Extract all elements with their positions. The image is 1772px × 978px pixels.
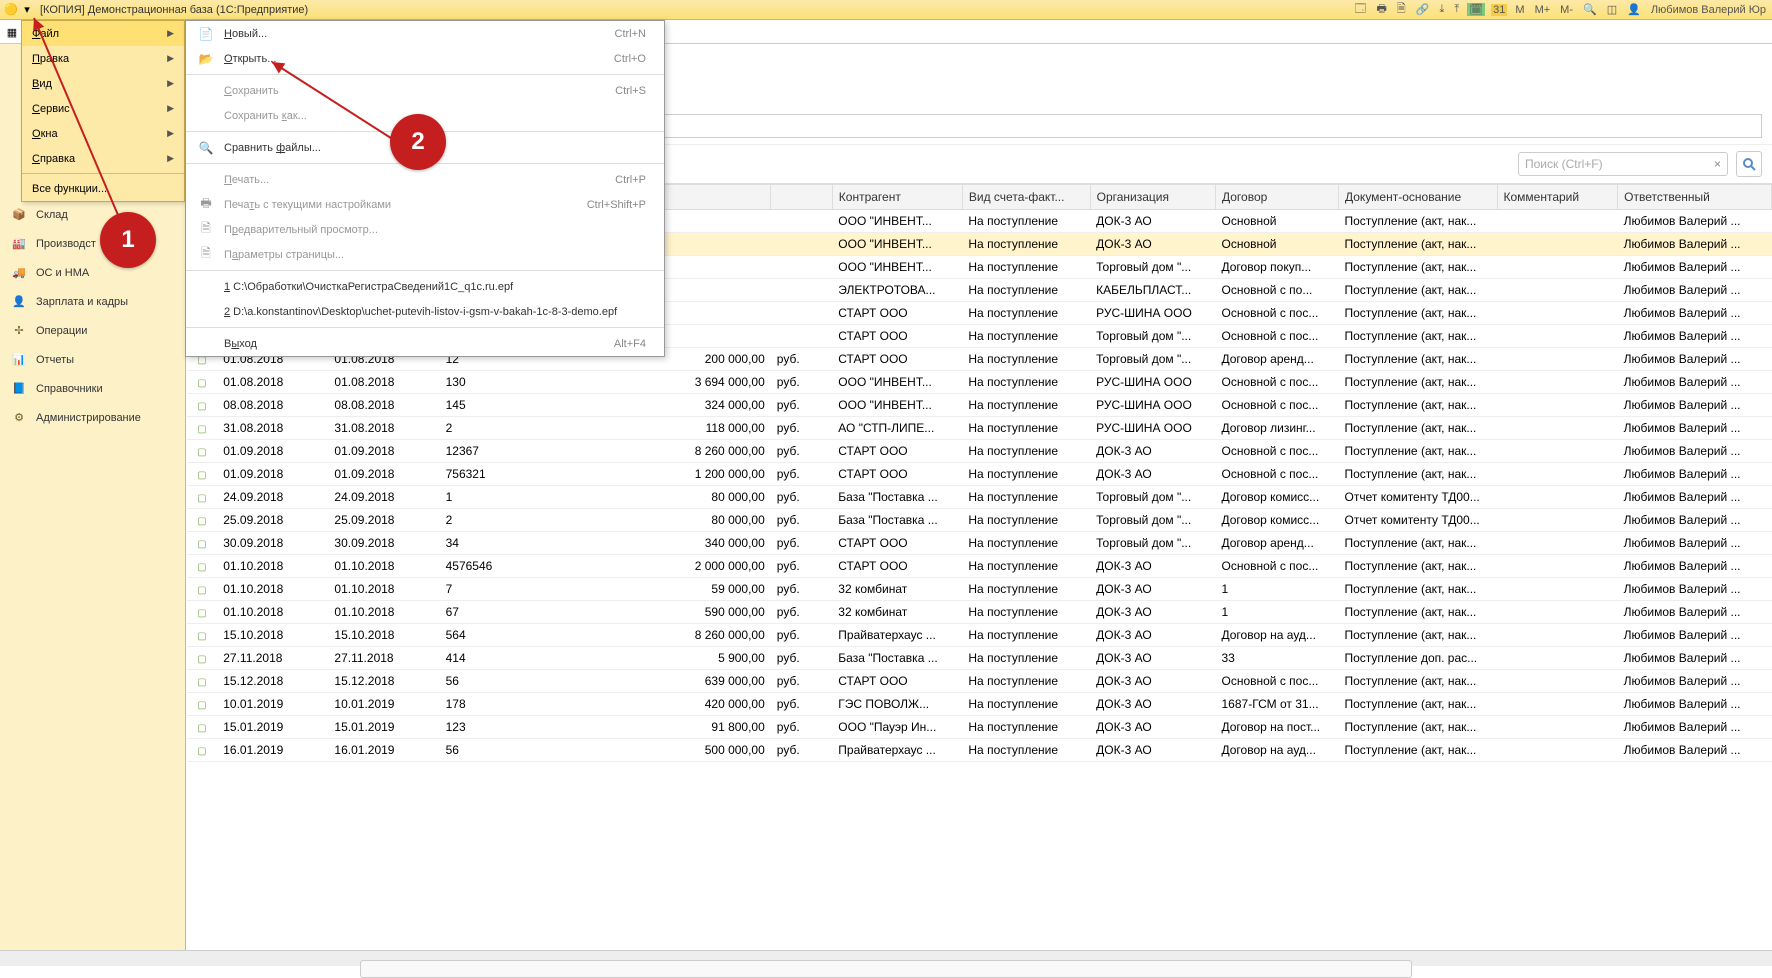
clear-search-icon[interactable]: × [1714, 157, 1721, 171]
sidebar-item[interactable]: 🚚ОС и НМА [0, 258, 185, 287]
submenu-item: 🗎Параметры страницы... [186, 242, 664, 267]
sidebar-icon: ✢ [12, 324, 26, 337]
sidebar-icon: 🚚 [12, 266, 26, 279]
sidebar-item[interactable]: 📘Справочники [0, 374, 185, 403]
sidebar-icon: 👤 [12, 295, 26, 308]
org-field[interactable] [489, 114, 1762, 138]
search-input[interactable]: Поиск (Ctrl+F) × [1518, 152, 1728, 176]
table-row[interactable]: ▢01.09.201801.09.20187563211 200 000,00р… [187, 463, 1772, 486]
search-button[interactable] [1736, 151, 1762, 177]
menu-item[interactable]: Справка▶ [22, 146, 184, 171]
submenu-item[interactable]: 📂Открыть...Ctrl+O [186, 46, 664, 71]
app-logo-icon: 🟡 [4, 3, 18, 17]
submenu-item[interactable]: 2 D:\a.konstantinov\Desktop\uchet-putevi… [186, 299, 664, 324]
submenu-item: СохранитьCtrl+S [186, 78, 664, 103]
task-bar [0, 966, 1772, 978]
menu-item[interactable]: Все функции... [22, 176, 184, 201]
sidebar-icon: 📊 [12, 353, 26, 366]
print-preview-icon[interactable]: 🗔 [1353, 0, 1369, 19]
sidebar-item[interactable]: ⚙Администрирование [0, 403, 185, 432]
user-icon: 👤 [1625, 3, 1643, 16]
annotation-marker-2: 2 [390, 114, 446, 170]
table-row[interactable]: ▢16.01.201916.01.201956500 000,00руб.Пра… [187, 739, 1772, 762]
table-row[interactable]: ▢01.09.201801.09.2018123678 260 000,00ру… [187, 440, 1772, 463]
menu-item[interactable]: Окна▶ [22, 121, 184, 146]
upload-icon[interactable]: ⤓ [1437, 3, 1446, 16]
table-row[interactable]: ▢01.10.201801.10.201845765462 000 000,00… [187, 555, 1772, 578]
menu-item[interactable]: Вид▶ [22, 71, 184, 96]
table-row[interactable]: ▢15.12.201815.12.201856639 000,00руб.СТА… [187, 670, 1772, 693]
column-header[interactable] [771, 185, 833, 210]
column-header[interactable]: Договор [1216, 185, 1339, 210]
table-row[interactable]: ▢01.08.201801.08.20181303 694 000,00руб.… [187, 371, 1772, 394]
menu-item[interactable]: Файл▶ [22, 21, 184, 46]
search-placeholder: Поиск (Ctrl+F) [1525, 157, 1603, 171]
table-row[interactable]: ▢01.10.201801.10.2018759 000,00руб.32 ко… [187, 578, 1772, 601]
title-toolbar: 🗔 🖶 🗎 🔗 ⤓ ⤒ 🗓 31 M M+ M- 🔍 ◫ 👤 Любимов В… [1353, 0, 1768, 19]
column-header[interactable]: Контрагент [832, 185, 962, 210]
submenu-item[interactable]: 📄Новый...Ctrl+N [186, 21, 664, 46]
column-header[interactable]: Документ-основание [1339, 185, 1498, 210]
sidebar-item[interactable]: 📦Склад [0, 200, 185, 229]
user-name[interactable]: Любимов Валерий Юр [1649, 4, 1768, 16]
table-row[interactable]: ▢15.01.201915.01.201912391 800,00руб.ООО… [187, 716, 1772, 739]
main-menu-panel: Файл▶Правка▶Вид▶Сервис▶Окна▶Справка▶ Все … [21, 20, 185, 202]
table-row[interactable]: ▢25.09.201825.09.2018280 000,00руб.База … [187, 509, 1772, 532]
sidebar-item[interactable]: 👤Зарплата и кадры [0, 287, 185, 316]
table-row[interactable]: ▢27.11.201827.11.20184145 900,00руб.База… [187, 647, 1772, 670]
main-menu-dropdown-icon[interactable]: ▾ [20, 3, 34, 17]
calc-icon[interactable]: 🗓 [1467, 3, 1485, 16]
m-button[interactable]: M [1513, 4, 1526, 16]
table-row[interactable]: ▢15.10.201815.10.20185648 260 000,00руб.… [187, 624, 1772, 647]
file-submenu-panel: 📄Новый...Ctrl+N📂Открыть...Ctrl+O Сохранит… [185, 20, 665, 357]
table-row[interactable]: ▢31.08.201831.08.20182118 000,00руб.АО "… [187, 417, 1772, 440]
sidebar-icon: 📦 [12, 208, 26, 221]
annotation-marker-1: 1 [100, 212, 156, 268]
sidebar-icon: ⚙ [12, 411, 26, 424]
table-row[interactable]: ▢08.08.201808.08.2018145324 000,00руб.ОО… [187, 394, 1772, 417]
date-badge[interactable]: 31 [1491, 4, 1507, 16]
zoom-icon[interactable]: 🔍 [1581, 3, 1599, 16]
doc-icon[interactable]: 🗎 [1395, 0, 1408, 19]
column-header[interactable]: Комментарий [1497, 185, 1618, 210]
sidebar-item[interactable]: ✢Операции [0, 316, 185, 345]
sidebar-icon: 📘 [12, 382, 26, 395]
column-header[interactable]: Вид счета-факт... [962, 185, 1090, 210]
m-minus-button[interactable]: M- [1558, 4, 1575, 16]
download-icon[interactable]: ⤒ [1452, 3, 1461, 16]
title-bar: 🟡 ▾ [КОПИЯ] Демонстрационная база (1С:Пр… [0, 0, 1772, 20]
submenu-item[interactable]: ВыходAlt+F4 [186, 331, 664, 356]
panel-icon[interactable]: ◫ [1605, 3, 1619, 16]
link-icon[interactable]: 🔗 [1414, 3, 1432, 16]
submenu-item: Печать...Ctrl+P [186, 167, 664, 192]
window-title: [КОПИЯ] Демонстрационная база (1С:Предпр… [40, 4, 308, 16]
taskbar-tab[interactable] [360, 960, 1412, 978]
column-header[interactable]: Организация [1090, 185, 1215, 210]
sidebar-item[interactable]: 🏭Производст [0, 229, 185, 258]
menu-item[interactable]: Правка▶ [22, 46, 184, 71]
m-plus-button[interactable]: M+ [1533, 4, 1553, 16]
table-row[interactable]: ▢01.10.201801.10.201867590 000,00руб.32 … [187, 601, 1772, 624]
submenu-item: 🗎Предварительный просмотр... [186, 217, 664, 242]
column-header[interactable]: Ответственный [1618, 185, 1772, 210]
menu-item[interactable]: Сервис▶ [22, 96, 184, 121]
sidebar-icon: 🏭 [12, 237, 26, 250]
table-row[interactable]: ▢24.09.201824.09.2018180 000,00руб.База … [187, 486, 1772, 509]
submenu-item[interactable]: 1 C:\Обработки\ОчисткаРегистраСведений1C… [186, 274, 664, 299]
print-icon[interactable]: 🖶 [1374, 0, 1388, 19]
sidebar-item[interactable]: 📊Отчеты [0, 345, 185, 374]
submenu-item: 🖶Печать с текущими настройкамиCtrl+Shift… [186, 192, 664, 217]
table-row[interactable]: ▢30.09.201830.09.201834340 000,00руб.СТА… [187, 532, 1772, 555]
table-row[interactable]: ▢10.01.201910.01.2019178420 000,00руб.ГЭ… [187, 693, 1772, 716]
